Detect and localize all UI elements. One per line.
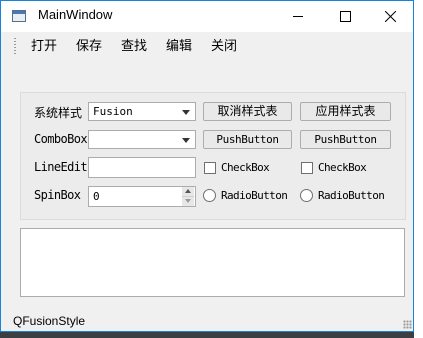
app-window-icon xyxy=(12,10,26,22)
lineedit-label: LineEdit xyxy=(34,160,88,174)
radio-button-1-label[interactable]: RadioButton xyxy=(221,189,288,202)
radio-button-2-label[interactable]: RadioButton xyxy=(318,189,385,202)
chevron-down-icon xyxy=(182,110,190,115)
checkbox-1[interactable] xyxy=(204,162,216,174)
background-desktop xyxy=(414,0,423,338)
menu-edit[interactable]: 编辑 xyxy=(166,38,192,55)
spinbox-value: 0 xyxy=(93,190,100,203)
minimize-icon xyxy=(293,16,303,17)
title-bar[interactable]: MainWindow xyxy=(1,1,413,32)
status-bar-text: QFusionStyle xyxy=(13,314,86,328)
menu-save[interactable]: 保存 xyxy=(76,38,102,55)
style-label: 系统样式 xyxy=(34,106,83,120)
spin-down-icon[interactable] xyxy=(182,197,194,206)
minimize-button[interactable] xyxy=(275,1,321,32)
chevron-down-icon xyxy=(182,138,190,143)
menu-open[interactable]: 打开 xyxy=(31,38,57,55)
close-icon xyxy=(385,11,396,22)
checkbox-2-label[interactable]: CheckBox xyxy=(318,161,367,174)
pushbutton-2[interactable]: PushButton xyxy=(300,130,391,149)
lineedit-field[interactable] xyxy=(88,157,196,178)
main-window: MainWindow 打开 保存 查找 编辑 关闭 系统样式 Fusion 取消… xyxy=(0,0,414,332)
close-button[interactable] xyxy=(367,1,413,32)
radio-button-2[interactable] xyxy=(300,189,313,202)
radio-button-1[interactable] xyxy=(203,189,216,202)
style-combo[interactable]: Fusion xyxy=(88,102,196,121)
maximize-icon xyxy=(340,11,351,22)
text-edit-area[interactable] xyxy=(20,228,405,297)
window-title: MainWindow xyxy=(38,7,113,22)
spinbox-label: SpinBox xyxy=(34,188,81,202)
checkbox-1-label[interactable]: CheckBox xyxy=(221,161,270,174)
menu-bar xyxy=(1,32,413,59)
pushbutton-1[interactable]: PushButton xyxy=(203,130,292,149)
menu-find[interactable]: 查找 xyxy=(121,38,147,55)
maximize-button[interactable] xyxy=(322,1,368,32)
spin-up-icon[interactable] xyxy=(182,187,194,197)
cancel-stylesheet-button[interactable]: 取消样式表 xyxy=(203,102,292,121)
combobox-label: ComboBox xyxy=(34,132,88,146)
checkbox-2[interactable] xyxy=(301,162,313,174)
menu-close[interactable]: 关闭 xyxy=(211,38,237,55)
spinbox[interactable]: 0 xyxy=(88,186,196,207)
combobox[interactable] xyxy=(88,130,196,149)
apply-stylesheet-button[interactable]: 应用样式表 xyxy=(300,102,391,121)
menu-grip-handle[interactable] xyxy=(14,38,16,55)
resize-grip-handle[interactable] xyxy=(403,320,412,329)
style-combo-value: Fusion xyxy=(93,105,133,118)
